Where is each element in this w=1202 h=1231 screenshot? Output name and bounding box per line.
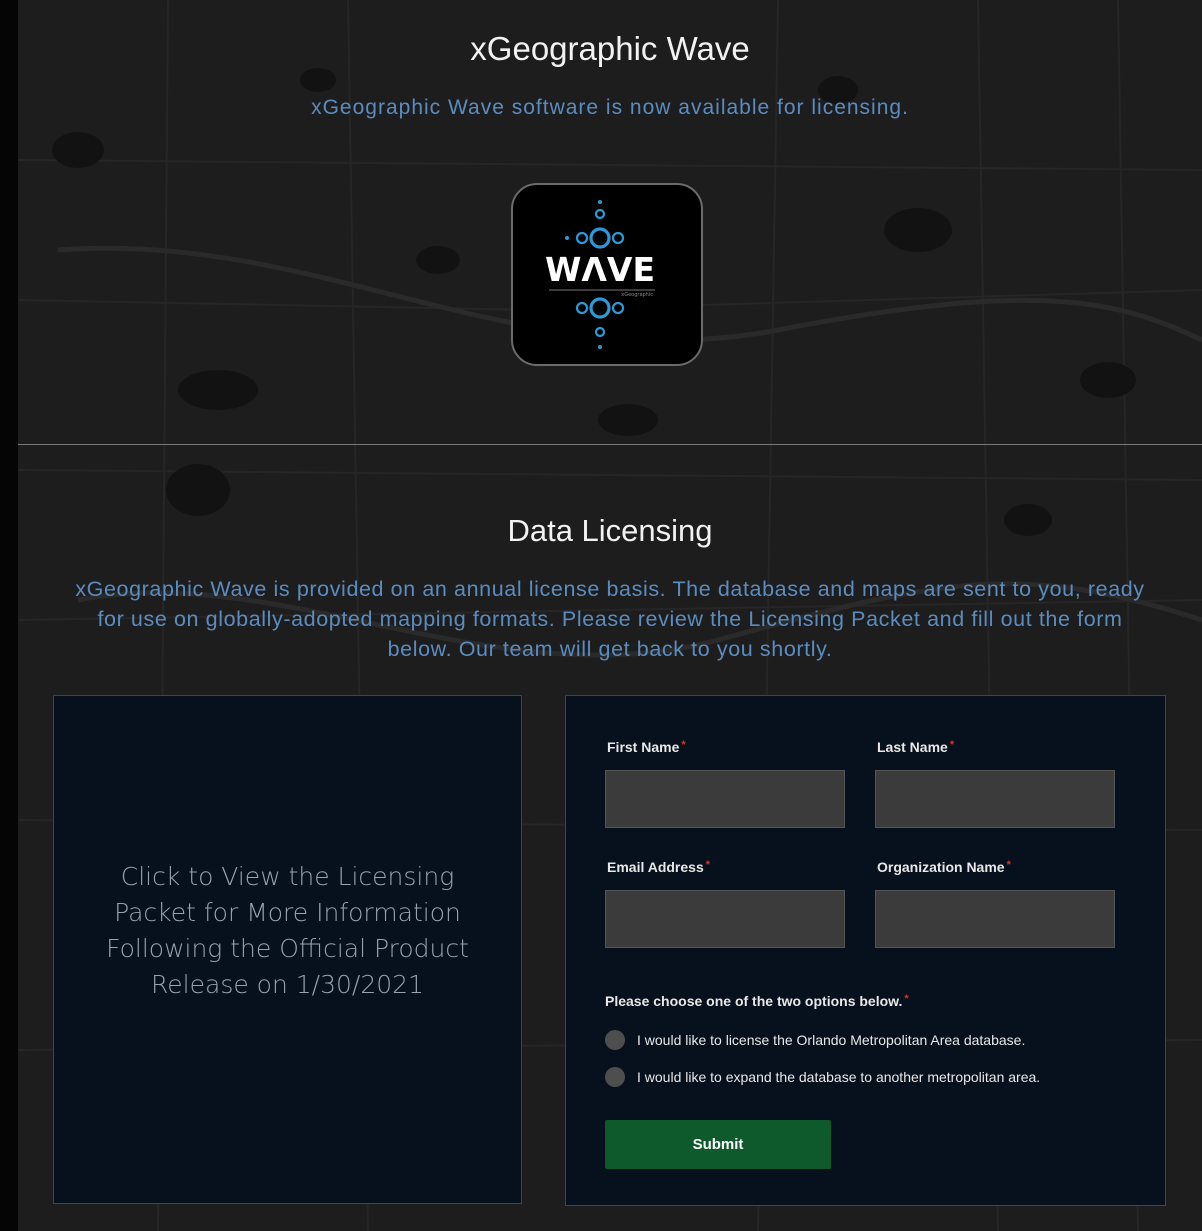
option-expand[interactable]: I would like to expand the database to a… — [605, 1067, 1040, 1087]
logo-dot — [598, 200, 602, 204]
page-subtitle: xGeographic Wave software is now availab… — [311, 96, 909, 119]
organization-label: Organization Name * — [877, 859, 1011, 875]
logo-dot — [594, 326, 606, 338]
logo-dot — [611, 301, 625, 315]
logo-ring-top — [589, 227, 611, 249]
logo-tagline: xGeographic — [621, 292, 653, 298]
section-title: Data Licensing — [507, 513, 713, 548]
logo-dot — [611, 231, 625, 245]
last-name-label: Last Name * — [877, 739, 955, 755]
page-title: xGeographic Wave — [470, 30, 750, 67]
option-orlando[interactable]: I would like to license the Orlando Metr… — [605, 1030, 1025, 1050]
logo-dot — [575, 231, 589, 245]
section-description: xGeographic Wave is provided on an annua… — [75, 577, 1145, 661]
logo-dot — [598, 345, 602, 349]
email-input[interactable] — [605, 890, 845, 948]
last-name-input[interactable] — [875, 770, 1115, 828]
radio-orlando[interactable] — [605, 1030, 625, 1050]
radio-expand[interactable] — [605, 1067, 625, 1087]
required-marker: * — [949, 739, 955, 751]
licensing-packet-link[interactable]: Click to View the Licensing Packet for M… — [53, 695, 522, 1204]
section-divider — [18, 444, 1202, 445]
option-expand-label: I would like to expand the database to a… — [637, 1069, 1041, 1085]
email-label: Email Address * — [607, 859, 711, 875]
required-marker: * — [1006, 859, 1011, 871]
logo-dot — [594, 208, 606, 220]
organization-input[interactable] — [875, 890, 1115, 948]
submit-button[interactable]: Submit — [605, 1120, 831, 1169]
licensing-form: First Name * Last Name * Email Address * Or… — [565, 695, 1166, 1206]
option-orlando-label: I would like to license the Orlando Metr… — [637, 1032, 1026, 1048]
logo-ring-bottom — [589, 297, 611, 319]
logo-wordmark: WΛVE — [545, 250, 655, 289]
licensing-packet-text: Click to View the Licensing Packet for M… — [106, 861, 469, 999]
required-marker: * — [705, 859, 711, 871]
logo-dot — [575, 301, 589, 315]
left-edge — [0, 0, 18, 1231]
required-marker: * — [904, 993, 909, 1005]
wave-logo: WΛVE xGeographic — [511, 183, 703, 366]
first-name-label: First Name * — [607, 739, 686, 755]
options-question: Please choose one of the two options bel… — [605, 993, 909, 1009]
required-marker: * — [681, 739, 686, 751]
logo-dot — [565, 236, 569, 240]
first-name-input[interactable] — [605, 770, 845, 828]
